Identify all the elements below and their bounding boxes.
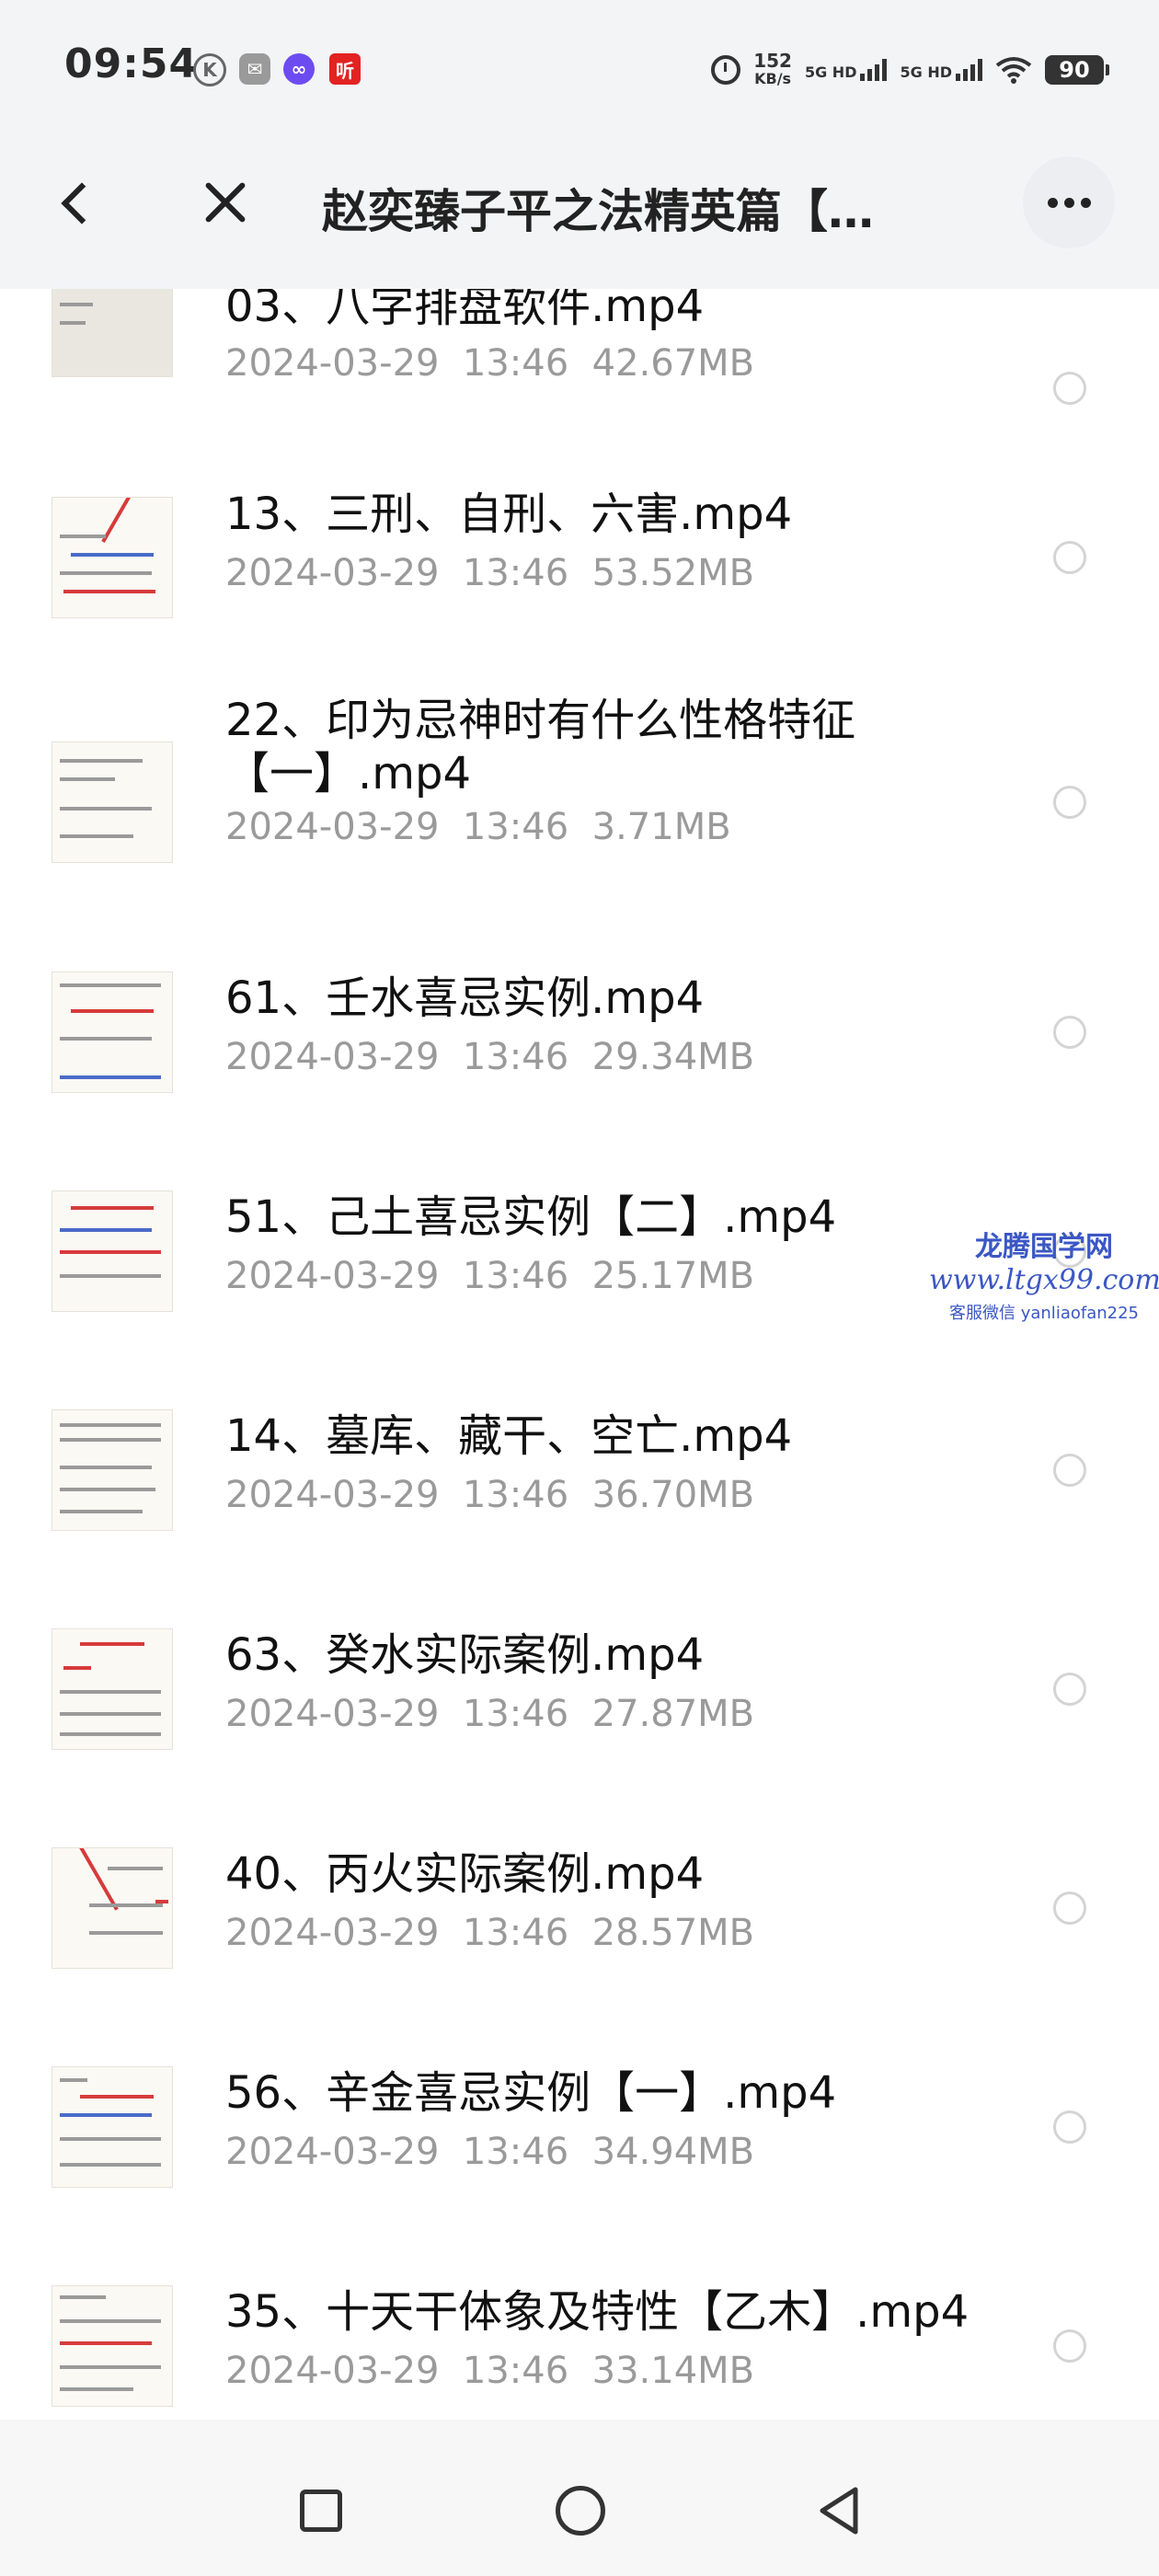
signal-2-label: 5G HD <box>900 63 952 81</box>
chevron-left-icon <box>61 182 103 224</box>
file-name: 63、癸水实际案例.mp4 <box>225 1629 705 1681</box>
select-radio[interactable] <box>1053 372 1086 405</box>
file-name: 56、辛金喜忌实例【一】.mp4 <box>225 2067 837 2119</box>
home-button[interactable] <box>556 2486 605 2536</box>
list-item[interactable]: 40、丙火实际案例.mp4 2024-03-29 13:46 28.57MB <box>0 1847 1159 2066</box>
network-speed-value: 152 <box>753 50 792 72</box>
back-triangle-button[interactable] <box>817 2486 861 2536</box>
file-list: 03、八字排盘软件.mp4 2024-03-29 13:46 42.67MB 1… <box>0 289 1159 2420</box>
file-name: 03、八字排盘软件.mp4 <box>225 289 705 332</box>
video-thumbnail <box>52 2066 173 2188</box>
file-name: 13、三刑、自刑、六害.mp4 <box>225 489 793 540</box>
select-radio[interactable] <box>1053 2329 1086 2363</box>
file-meta: 2024-03-29 13:46 42.67MB <box>225 342 755 385</box>
watermark-contact: 客服微信 yanliaofan225 <box>949 1304 1139 1323</box>
status-bar: 09:54 K ✉ ∞ 听 152 KB/s 5G HD 5G HD 90 <box>0 0 1159 116</box>
file-meta: 2024-03-29 13:46 33.14MB <box>225 2350 755 2392</box>
infinity-app-icon: ∞ <box>283 53 315 85</box>
message-app-icon: ✉ <box>239 53 270 85</box>
file-meta: 2024-03-29 13:46 3.71MB <box>225 806 731 848</box>
signal-1: 5G HD <box>805 59 888 81</box>
battery-icon: 90 <box>1045 55 1109 85</box>
file-meta: 2024-03-29 13:46 36.70MB <box>225 1474 755 1516</box>
signal-1-label: 5G HD <box>804 63 857 81</box>
recent-apps-button[interactable] <box>300 2490 342 2532</box>
video-thumbnail <box>52 497 173 618</box>
page-title: 赵奕臻子平之法精英篇【… <box>322 185 874 232</box>
alarm-icon <box>711 55 741 85</box>
k-app-icon: K <box>193 53 226 86</box>
signal-2: 5G HD <box>900 59 982 81</box>
select-radio[interactable] <box>1053 1892 1086 1925</box>
select-radio[interactable] <box>1053 1673 1086 1706</box>
signal-bars-icon <box>860 59 888 81</box>
select-radio[interactable] <box>1053 1016 1086 1049</box>
file-name: 14、墓库、藏干、空亡.mp4 <box>225 1410 793 1462</box>
file-meta: 2024-03-29 13:46 27.87MB <box>225 1693 755 1735</box>
file-name: 35、十天干体象及特性【乙木】.mp4 <box>225 2286 970 2338</box>
list-item[interactable]: 14、墓库、藏干、空亡.mp4 2024-03-29 13:46 36.70MB <box>0 1409 1159 1628</box>
list-item[interactable]: 61、壬水喜忌实例.mp4 2024-03-29 13:46 29.34MB <box>0 972 1159 1190</box>
file-meta: 2024-03-29 13:46 25.17MB <box>225 1255 755 1297</box>
video-thumbnail <box>52 972 173 1093</box>
video-thumbnail <box>52 1847 173 1969</box>
select-radio[interactable] <box>1053 1454 1086 1487</box>
file-name: 40、丙火实际案例.mp4 <box>225 1848 705 1900</box>
video-thumbnail <box>52 2285 173 2407</box>
list-item[interactable]: 35、十天干体象及特性【乙木】.mp4 2024-03-29 13:46 33.… <box>0 2285 1159 2420</box>
list-item[interactable]: 22、印为忌神时有什么性格特征【一】.mp4 2024-03-29 13:46 … <box>0 695 1159 983</box>
select-radio[interactable] <box>1053 2110 1086 2144</box>
watermark: 龙腾国学网 www.ltgx99.com 客服微信 yanliaofan225 <box>929 1224 1159 1324</box>
file-meta: 2024-03-29 13:46 34.94MB <box>225 2131 755 2173</box>
watermark-name: 龙腾国学网 <box>975 1231 1113 1263</box>
list-item[interactable]: 03、八字排盘软件.mp4 2024-03-29 13:46 42.67MB <box>0 289 1159 405</box>
file-name: 51、己土喜忌实例【二】.mp4 <box>225 1191 837 1243</box>
watermark-url: www.ltgx99.com <box>929 1264 1159 1296</box>
listen-app-icon: 听 <box>329 53 361 85</box>
file-meta: 2024-03-29 13:46 53.52MB <box>225 552 755 594</box>
wifi-icon <box>995 57 1032 84</box>
video-thumbnail <box>52 1409 173 1531</box>
video-thumbnail <box>52 1190 173 1312</box>
video-thumbnail <box>52 289 173 377</box>
video-thumbnail <box>52 1628 173 1750</box>
select-radio[interactable] <box>1053 541 1086 574</box>
list-item[interactable]: 63、癸水实际案例.mp4 2024-03-29 13:46 27.87MB <box>0 1628 1159 1847</box>
close-button[interactable] <box>193 171 258 236</box>
clock: 09:54 <box>64 40 199 87</box>
back-button[interactable] <box>53 171 103 236</box>
file-name: 61、壬水喜忌实例.mp4 <box>225 972 705 1024</box>
network-speed-unit: KB/s <box>754 70 792 87</box>
more-dots-icon <box>1047 197 1058 208</box>
status-indicators: 152 KB/s 5G HD 5G HD 90 <box>711 50 1109 90</box>
file-meta: 2024-03-29 13:46 29.34MB <box>225 1036 755 1078</box>
file-meta: 2024-03-29 13:46 28.57MB <box>225 1912 755 1954</box>
network-speed: 152 KB/s <box>753 52 792 88</box>
list-item[interactable]: 13、三刑、自刑、六害.mp4 2024-03-29 13:46 53.52MB <box>0 489 1159 716</box>
more-options-button[interactable] <box>1023 156 1115 248</box>
select-radio[interactable] <box>1053 786 1086 819</box>
video-thumbnail <box>52 742 173 863</box>
signal-bars-icon <box>956 59 982 81</box>
file-name: 22、印为忌神时有什么性格特征【一】.mp4 <box>225 695 856 799</box>
list-item[interactable]: 56、辛金喜忌实例【一】.mp4 2024-03-29 13:46 34.94M… <box>0 2066 1159 2285</box>
